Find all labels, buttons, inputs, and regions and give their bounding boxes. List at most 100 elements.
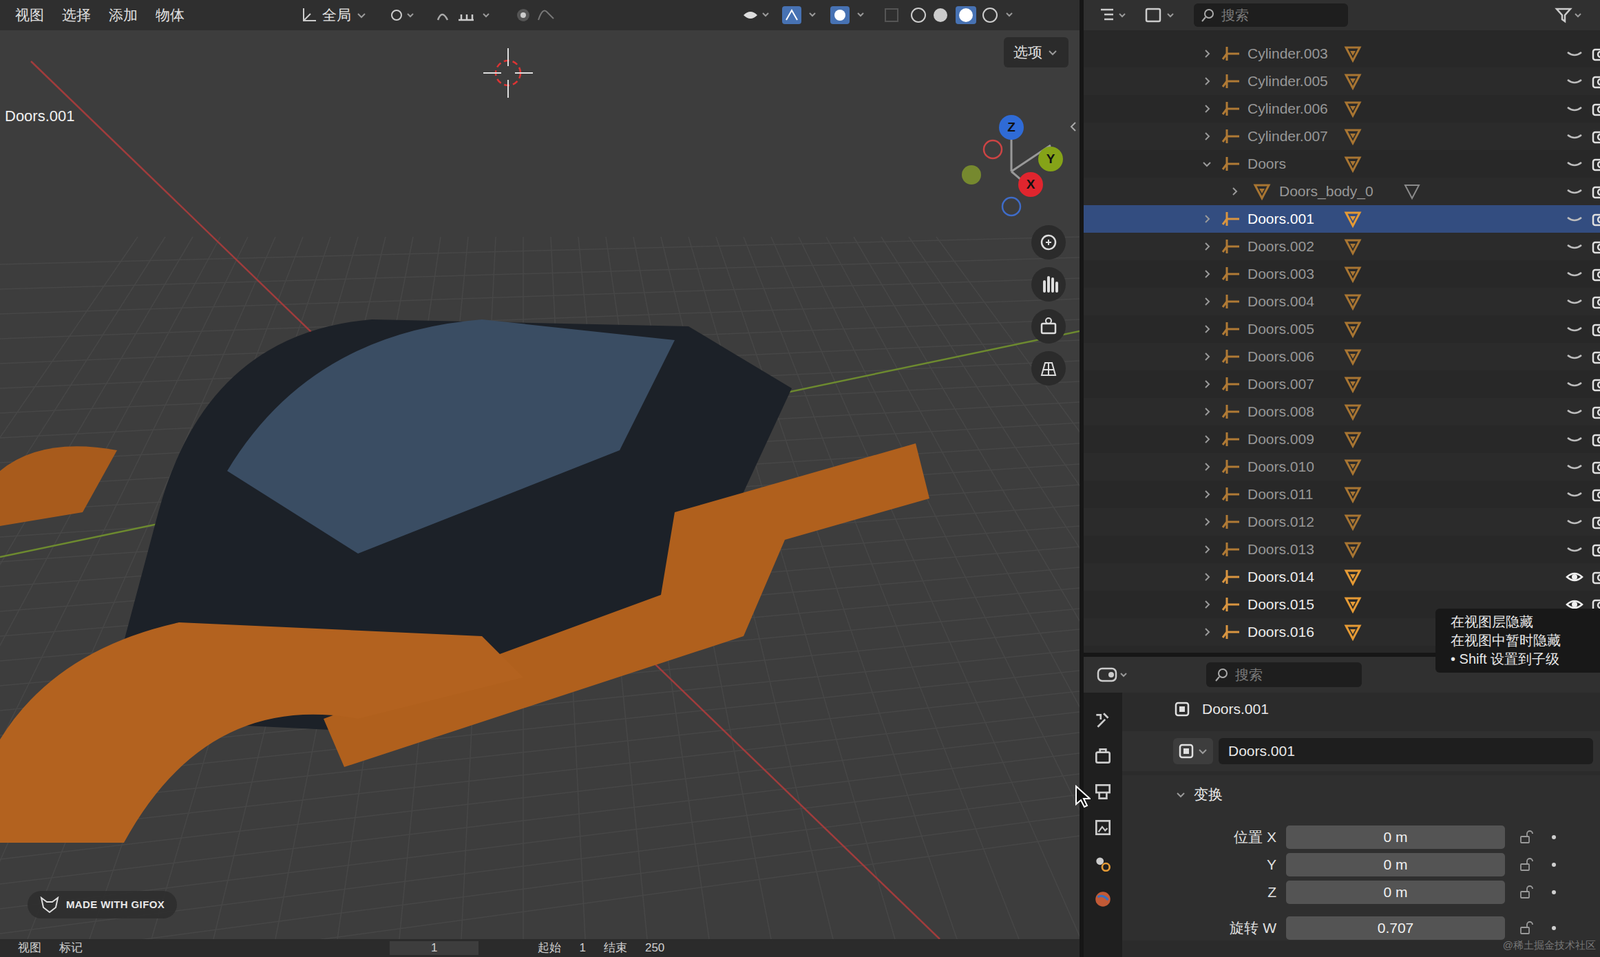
axis-z[interactable]: Z (998, 114, 1024, 140)
keyframe-dot[interactable] (1551, 862, 1556, 867)
row-label[interactable]: Doors.014 (1247, 565, 1344, 588)
section-header[interactable]: 变换 (1122, 775, 1600, 814)
view-layer-icon[interactable] (1144, 6, 1179, 25)
outliner-row[interactable]: Doors.007 (1083, 370, 1600, 398)
camera-icon[interactable] (1591, 376, 1600, 392)
expand-icon[interactable] (1200, 267, 1215, 281)
hand-icon[interactable] (1030, 266, 1067, 303)
row-label[interactable]: Doors.009 (1247, 428, 1344, 451)
camera-icon[interactable] (1591, 321, 1600, 337)
expand-icon[interactable] (1200, 598, 1215, 611)
expand-icon[interactable] (1200, 295, 1215, 308)
grid-view-icon[interactable] (1030, 350, 1067, 387)
row-label[interactable]: Doors.005 (1247, 318, 1344, 341)
keyframe-dot[interactable] (1551, 890, 1556, 895)
filter-icon[interactable] (1554, 6, 1585, 25)
keyframe-dot[interactable] (1551, 925, 1556, 931)
timeline-item[interactable]: 结束 (603, 941, 628, 955)
row-label[interactable]: Doors.013 (1247, 538, 1344, 561)
eye-icon[interactable] (1565, 514, 1584, 529)
timeline-item[interactable]: 1 (389, 941, 479, 955)
row-label[interactable]: Doors.002 (1247, 235, 1344, 258)
camera-icon[interactable] (1591, 266, 1600, 282)
expand-icon[interactable] (1200, 377, 1215, 391)
menu-item[interactable]: 添加 (108, 4, 138, 27)
viewport[interactable]: Doors.001选项ZYXMADE WITH GIFOX (0, 30, 1080, 940)
expand-icon[interactable] (1200, 350, 1215, 363)
row-label[interactable]: Cylinder.007 (1247, 125, 1344, 148)
camera-icon[interactable] (1591, 404, 1600, 420)
expand-icon[interactable] (1200, 488, 1215, 501)
camera-icon[interactable] (1591, 349, 1600, 365)
datablock-selector[interactable] (1173, 738, 1214, 765)
menu-item[interactable]: 物体 (155, 4, 185, 27)
outliner-row[interactable]: Doors.009 (1083, 425, 1600, 454)
expand-icon[interactable] (1200, 433, 1215, 446)
outliner-row[interactable]: Doors.001 (1083, 205, 1600, 233)
row-label[interactable]: Doors.004 (1247, 290, 1344, 313)
render-icon[interactable] (1093, 746, 1113, 766)
outliner-row[interactable]: Cylinder.007 (1083, 122, 1600, 151)
camera-icon[interactable] (1591, 156, 1600, 172)
expand-icon[interactable] (1200, 75, 1215, 88)
outliner-row[interactable]: Doors.011 (1083, 480, 1600, 509)
camera-icon[interactable] (1591, 293, 1600, 310)
properties-search[interactable] (1206, 662, 1362, 688)
row-label[interactable]: Doors.003 (1247, 262, 1344, 286)
eye-icon[interactable] (1565, 212, 1584, 226)
outliner-row[interactable]: Cylinder.005 (1083, 67, 1600, 96)
eye-icon[interactable] (1565, 74, 1584, 89)
expand-icon[interactable] (1200, 625, 1215, 639)
eye-icon[interactable] (1565, 239, 1584, 254)
row-label[interactable]: Doors.012 (1247, 510, 1344, 533)
eye-icon[interactable] (1565, 184, 1584, 199)
editor-type-icon[interactable] (1096, 664, 1131, 686)
outliner-row[interactable]: Doors_body_0 (1083, 177, 1600, 206)
search-input[interactable] (1221, 4, 1342, 26)
camera-icon[interactable] (1591, 486, 1600, 502)
eye-icon[interactable] (1565, 129, 1584, 144)
camera-icon[interactable] (1591, 431, 1600, 447)
row-label[interactable]: Cylinder.003 (1247, 42, 1344, 65)
timeline-item[interactable]: 视图 (17, 941, 42, 955)
outliner-row[interactable]: Doors.013 (1083, 535, 1600, 564)
menu-item[interactable]: 选择 (61, 4, 91, 27)
field-value[interactable]: 0 m (1383, 853, 1408, 876)
name-field[interactable]: Doors.001 (1218, 738, 1594, 765)
eye-icon[interactable] (1565, 322, 1584, 336)
outliner-row[interactable]: Doors.006 (1083, 342, 1600, 371)
camera-icon[interactable] (1591, 238, 1600, 255)
search-input[interactable] (1235, 664, 1354, 686)
outliner-row[interactable]: Doors.005 (1083, 315, 1600, 343)
expand-icon[interactable] (1200, 157, 1215, 171)
expand-icon[interactable] (1200, 543, 1215, 556)
camera-icon[interactable] (1591, 101, 1600, 117)
camera-icon[interactable] (1591, 459, 1600, 475)
camera-icon[interactable] (1591, 541, 1600, 557)
field-input[interactable]: 0 m (1286, 853, 1505, 877)
eye-icon[interactable] (1565, 487, 1584, 502)
outliner-row[interactable]: Doors.008 (1083, 397, 1600, 426)
eye-icon[interactable] (1565, 432, 1584, 447)
expand-icon[interactable] (1200, 460, 1215, 473)
row-label[interactable]: Doors.008 (1247, 400, 1344, 423)
outliner-row[interactable]: Doors.010 (1083, 453, 1600, 481)
outliner-row[interactable]: Doors.002 (1083, 232, 1600, 261)
world-icon[interactable] (1093, 889, 1113, 909)
navigation-gizmo[interactable]: ZYX (956, 102, 1068, 227)
orientation-dropdown[interactable]: 全局 (296, 4, 372, 27)
field-input[interactable]: 0 m (1286, 880, 1505, 904)
timeline-item[interactable]: 1 (579, 941, 586, 955)
expand-icon[interactable] (1200, 405, 1215, 418)
camera-icon[interactable] (1591, 183, 1600, 199)
expand-icon[interactable] (1200, 240, 1215, 253)
options-button[interactable]: 选项 (1003, 37, 1069, 68)
timeline-item[interactable]: 标记 (59, 941, 83, 955)
outliner-row[interactable]: Cylinder.006 (1083, 95, 1600, 123)
outliner-row[interactable]: Doors.012 (1083, 508, 1600, 536)
row-label[interactable]: Doors.006 (1247, 345, 1344, 368)
eye-icon[interactable] (1565, 46, 1584, 61)
output-icon[interactable] (1093, 782, 1113, 802)
pivot-icon[interactable] (389, 6, 418, 25)
outliner-row[interactable]: Doors.003 (1083, 260, 1600, 288)
